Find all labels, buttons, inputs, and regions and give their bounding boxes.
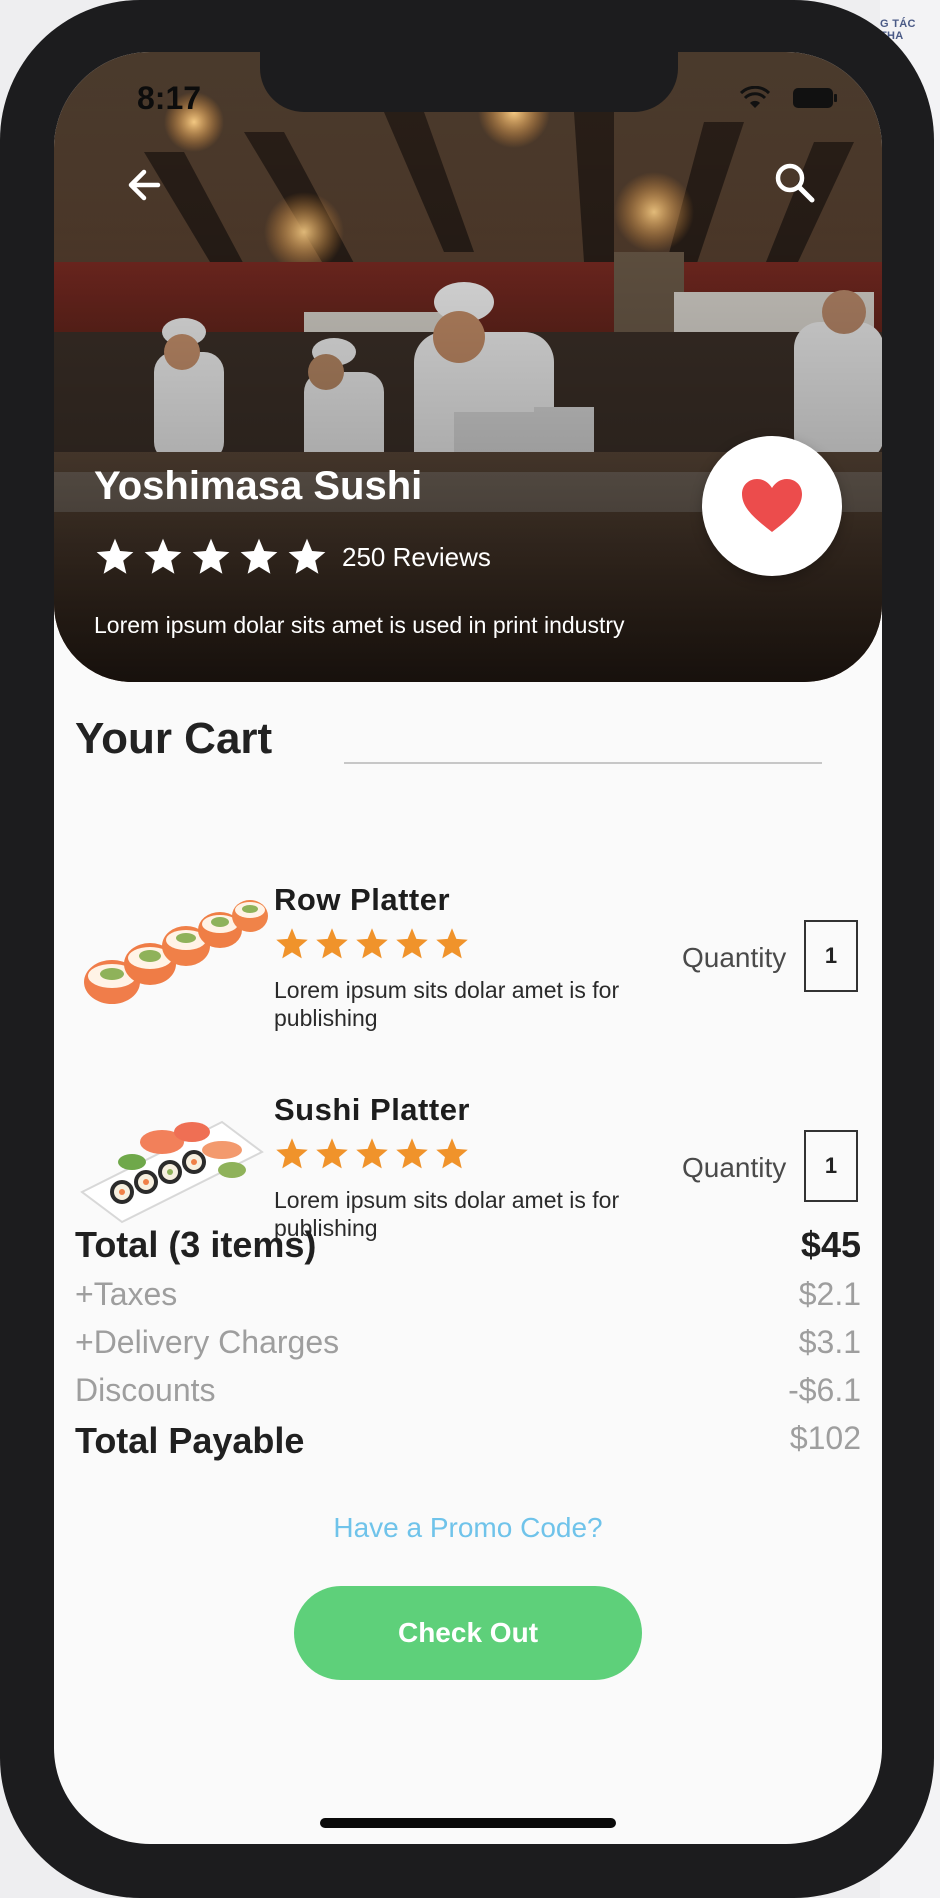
- device-notch: [260, 52, 678, 112]
- star-icon: [316, 928, 348, 959]
- heart-icon: [742, 479, 802, 532]
- cart-title: Your Cart: [75, 714, 273, 763]
- wifi-icon: [740, 86, 770, 108]
- star-icon: [436, 928, 468, 959]
- star-icon: [436, 1138, 468, 1169]
- quantity-label: Quantity: [682, 942, 787, 973]
- quantity-input[interactable]: 1: [804, 920, 858, 992]
- item-rating: [274, 926, 474, 962]
- quantity-input[interactable]: 1: [804, 1130, 858, 1202]
- delivery-value: $3.1: [798, 1324, 861, 1360]
- star-icon: [276, 1138, 308, 1169]
- star-icon: [356, 1138, 388, 1169]
- taxes-value: $2.1: [798, 1276, 861, 1312]
- total-row: Total (3 items) $45: [75, 1224, 861, 1266]
- payable-value: $102: [789, 1420, 861, 1456]
- star-icon: [396, 928, 428, 959]
- item-rating: [274, 1136, 474, 1172]
- item-description: Lorem ipsum sits dolar amet is for publi…: [274, 977, 620, 1031]
- cart-item[interactable]: Row Platter Lorem ipsum sits dolar amet …: [54, 872, 882, 1031]
- back-arrow-icon[interactable]: [120, 160, 170, 210]
- restaurant-photo: [54, 52, 882, 682]
- cart-item[interactable]: Sushi Platter Lorem ipsum sits dolar ame…: [54, 1082, 882, 1241]
- discounts-label: Discounts: [75, 1372, 216, 1408]
- payable-label: Total Payable: [75, 1420, 305, 1461]
- checkout-button[interactable]: Check Out: [294, 1586, 642, 1680]
- battery-icon: [793, 88, 837, 108]
- status-icons: [740, 86, 838, 110]
- total-label: Total (3 items): [75, 1224, 317, 1265]
- home-indicator[interactable]: [320, 1818, 616, 1828]
- star-icon: [276, 928, 308, 959]
- delivery-row: +Delivery Charges $3.1: [75, 1324, 861, 1361]
- item-name: Sushi Platter: [274, 1092, 470, 1127]
- delivery-label: +Delivery Charges: [75, 1324, 340, 1360]
- sushi-platter-image: [80, 1120, 264, 1224]
- star-icon: [144, 538, 182, 574]
- status-time: 8:17: [137, 80, 202, 116]
- app-screen: 8:17 Yoshimasa Sushi 250 Reviews Lorem i…: [54, 52, 882, 1844]
- phone-frame: 8:17 Yoshimasa Sushi 250 Reviews Lorem i…: [0, 0, 934, 1898]
- restaurant-rating: 250 Reviews: [94, 536, 491, 578]
- promo-code-link[interactable]: Have a Promo Code?: [54, 1512, 882, 1544]
- restaurant-hero: 8:17 Yoshimasa Sushi 250 Reviews Lorem i…: [54, 52, 882, 682]
- total-value: $45: [800, 1224, 861, 1265]
- star-icon: [356, 928, 388, 959]
- taxes-label: +Taxes: [75, 1276, 178, 1312]
- star-icon: [192, 538, 230, 574]
- discounts-row: Discounts -$6.1: [75, 1372, 861, 1409]
- restaurant-description: Lorem ipsum dolar sits amet is used in p…: [94, 612, 625, 638]
- star-icon: [288, 538, 326, 574]
- item-name: Row Platter: [274, 882, 451, 917]
- quantity-label: Quantity: [682, 1152, 787, 1183]
- restaurant-name: Yoshimasa Sushi: [94, 464, 423, 508]
- taxes-row: +Taxes $2.1: [75, 1276, 861, 1313]
- star-icon: [240, 538, 278, 574]
- favorite-button[interactable]: [702, 436, 842, 576]
- reviews-count[interactable]: 250 Reviews: [342, 542, 491, 573]
- search-icon[interactable]: [770, 158, 820, 208]
- payable-row: Total Payable $102: [75, 1420, 861, 1462]
- star-icon: [96, 538, 134, 574]
- star-icon: [396, 1138, 428, 1169]
- cart-title-divider: [344, 762, 822, 764]
- star-icon: [316, 1138, 348, 1169]
- discounts-value: -$6.1: [788, 1372, 861, 1408]
- row-platter-image: [84, 900, 268, 1004]
